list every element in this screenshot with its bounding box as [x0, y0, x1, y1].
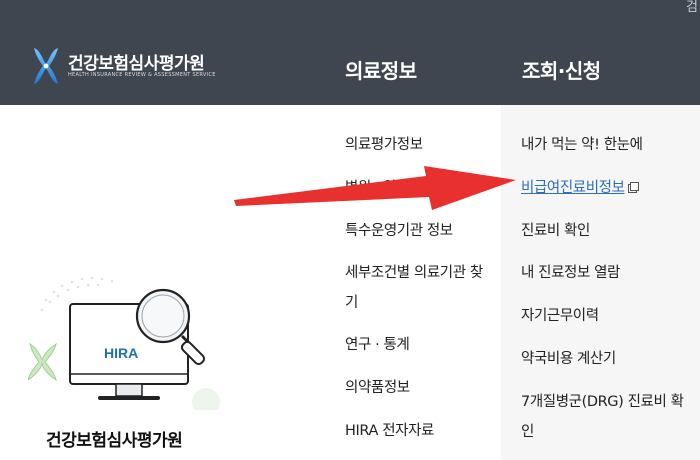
menu-item-label: 비급여진료비정보	[521, 180, 625, 196]
menu-item-view-my-records[interactable]: 내 진료정보 열람	[521, 258, 620, 288]
site-logo[interactable]: 건강보험심사평가원 HEALTH INSURANCE REVIEW & ASSE…	[30, 46, 220, 86]
logo-title: 건강보험심사평가원	[68, 54, 205, 74]
menu-item-detailed-search[interactable]: 세부조건별 의료기관 찾기	[345, 258, 495, 318]
menu-item-work-history[interactable]: 자기근무이력	[521, 301, 599, 331]
svg-text:HIRA: HIRA	[104, 345, 138, 361]
menu-item-drug-info[interactable]: 의약품정보	[345, 373, 410, 403]
menu-item-pharmacy-cost-calculator[interactable]: 약국비용 계산기	[521, 344, 616, 374]
external-link-icon	[438, 182, 450, 193]
menu-item-check-medical-fees[interactable]: 진료비 확인	[521, 216, 590, 246]
menu-item-medical-evaluation[interactable]: 의료평가정보	[345, 130, 423, 160]
external-link-icon	[627, 182, 639, 193]
menu-item-special-institutions[interactable]: 특수운영기관 정보	[345, 216, 453, 246]
hira-logo-icon	[34, 48, 58, 84]
header-corner-text[interactable]: 검	[686, 0, 698, 15]
nav-medical-info[interactable]: 의료정보	[345, 55, 417, 84]
hira-illustration: HIRA	[28, 276, 220, 410]
menu-item-research-statistics[interactable]: 연구 · 통계	[345, 330, 410, 360]
site-header: 검 건강보험심사평가원 HEALTH INSURANCE REVIEW & AS…	[0, 0, 700, 105]
illustration-caption: 건강보험심사평가원	[46, 431, 183, 451]
menu-item-hira-e-data[interactable]: HIRA 전자자료	[345, 416, 434, 446]
menu-item-label: 병원 · 약국찾기	[345, 180, 436, 196]
logo-subtitle: HEALTH INSURANCE REVIEW & ASSESSMENT SER…	[68, 72, 216, 78]
menu-item-my-medicines[interactable]: 내가 먹는 약! 한눈에	[521, 130, 643, 160]
menu-item-drg-fees[interactable]: 7개질병군(DRG) 진료비 확인	[521, 387, 693, 447]
menu-item-non-covered-fees[interactable]: 비급여진료비정보	[521, 173, 639, 203]
menu-item-hospital-pharmacy-search[interactable]: 병원 · 약국찾기	[345, 173, 450, 203]
nav-inquiry-application[interactable]: 조회·신청	[522, 55, 601, 84]
